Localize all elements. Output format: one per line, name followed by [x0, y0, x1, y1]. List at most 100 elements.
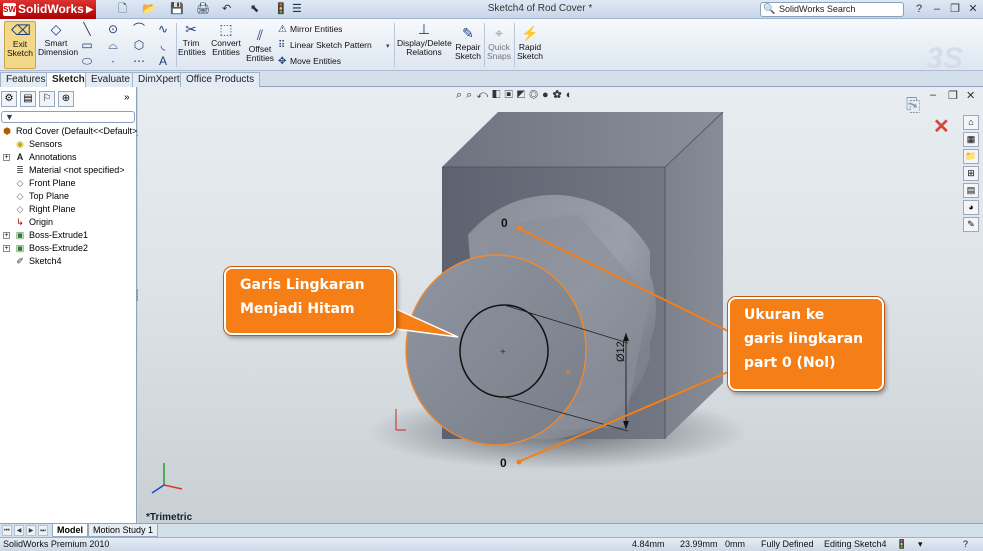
tab-model[interactable]: Model	[52, 524, 88, 537]
polygon-icon[interactable]: ⬡	[132, 38, 146, 52]
units-icon[interactable]: ▾	[918, 538, 923, 551]
fillet-icon[interactable]: ◟	[156, 38, 170, 52]
previous-view-icon[interactable]: ↶	[476, 89, 492, 101]
tree-item-boss-extrude2[interactable]: + ▣ Boss-Extrude2	[0, 242, 137, 255]
display-style-icon[interactable]: ◩	[517, 89, 529, 101]
move-entities-button[interactable]: ✥ Move Entities	[278, 56, 341, 67]
next-tab-icon[interactable]: ▶	[26, 525, 36, 536]
tree-item-front-plane[interactable]: ◇ Front Plane	[0, 177, 137, 190]
rebuild-icon[interactable]: 🚦	[274, 2, 288, 17]
minimize-button[interactable]: –	[930, 2, 944, 16]
restore-button[interactable]: ❐	[948, 2, 962, 16]
line-icon[interactable]: ╲	[80, 22, 94, 36]
exit-sketch-icon: ⌫	[11, 22, 31, 38]
centerline-icon[interactable]: ⋯	[132, 54, 146, 68]
help-button[interactable]: ?	[912, 2, 926, 16]
point-icon[interactable]: ∙	[106, 54, 120, 68]
zoom-area-icon[interactable]: ⌕	[466, 89, 476, 101]
last-tab-icon[interactable]: ⏭	[38, 525, 48, 536]
filter-icon: ▼	[5, 112, 14, 122]
convert-entities-button[interactable]: ⬚ Convert Entities	[208, 21, 244, 57]
tree-item-material[interactable]: ≣ Material <not specified>	[0, 164, 137, 177]
open-folder-icon[interactable]: 📂	[142, 2, 156, 17]
custom-properties-icon[interactable]: ✎	[963, 217, 979, 232]
mirror-entities-button[interactable]: ⚠ Mirror Entities	[278, 24, 342, 35]
editing-status: Editing Sketch4	[824, 539, 887, 549]
ellipse-icon[interactable]: ⬭	[80, 54, 94, 68]
tab-motion-study-1[interactable]: Motion Study 1	[88, 524, 159, 537]
rectangle-icon[interactable]: ▭	[80, 38, 94, 52]
pattern-dropdown-icon[interactable]: ▾	[386, 42, 390, 50]
tree-item-top-plane[interactable]: ◇ Top Plane	[0, 190, 137, 203]
command-manager: ⌫ Exit Sketch ◇ Smart Dimension ╲ ⊙ ⌒ ∿ …	[0, 19, 983, 75]
tree-root[interactable]: ⬢ Rod Cover (Default<<Default>_	[0, 125, 142, 138]
previous-tab-icon[interactable]: ◀	[14, 525, 24, 536]
arc-icon[interactable]: ⌒	[132, 22, 146, 36]
tab-dimxpert[interactable]: DimXpert	[132, 72, 186, 87]
circle-icon[interactable]: ⊙	[106, 22, 120, 36]
repair-sketch-button[interactable]: ✎ Repair Sketch	[454, 25, 482, 61]
save-icon[interactable]: 💾	[170, 2, 184, 17]
tree-item-sensors[interactable]: ◉ Sensors	[0, 138, 137, 151]
first-tab-icon[interactable]: ⏮	[2, 525, 12, 536]
slot-icon[interactable]: ⌓	[106, 38, 120, 52]
appearance-icon[interactable]: ●	[542, 89, 553, 101]
tree-item-origin[interactable]: ↳ Origin	[0, 216, 137, 229]
quick-snaps-button[interactable]: ⌖ Quick Snaps	[486, 25, 512, 61]
feature-tree-tab-icon[interactable]: ⚙	[1, 91, 17, 107]
file-explorer-icon[interactable]: 📁	[963, 149, 979, 164]
print-icon[interactable]: 🖨	[196, 2, 210, 17]
linear-pattern-button[interactable]: ⠿ Linear Sketch Pattern	[278, 40, 372, 51]
dimxpert-tab-icon[interactable]: ⊕	[58, 91, 74, 107]
resources-icon[interactable]: ⌂	[963, 115, 979, 130]
offset-entities-button[interactable]: ⫽ Offset Entities	[246, 27, 274, 63]
text-icon[interactable]: A	[156, 54, 170, 68]
zoom-to-fit-icon[interactable]: ⌕	[456, 89, 466, 101]
tree-item-boss-extrude1[interactable]: + ▣ Boss-Extrude1	[0, 229, 137, 242]
tab-office-products[interactable]: Office Products	[180, 72, 261, 87]
confirmation-corner-cancel-icon[interactable]: ✕	[933, 114, 950, 139]
viewport-close-button[interactable]: ✕	[966, 89, 975, 102]
section-view-icon[interactable]: ◧	[492, 89, 504, 101]
viewport-minimize-button[interactable]: –	[930, 89, 936, 101]
select-pointer-icon[interactable]: ⬉	[250, 2, 259, 17]
search-results-icon[interactable]: ⊞	[963, 166, 979, 181]
view-palette-icon[interactable]: ▤	[963, 183, 979, 198]
tab-evaluate[interactable]: Evaluate	[85, 72, 136, 87]
view-settings-icon[interactable]: ◐	[566, 89, 577, 101]
display-delete-relations-button[interactable]: ⊥ Display/Delete Relations	[397, 21, 452, 57]
close-button[interactable]: ✕	[966, 2, 980, 16]
appearances-icon[interactable]: ◕	[963, 200, 979, 215]
property-manager-tab-icon[interactable]: ▤	[20, 91, 36, 107]
smart-dimension-button[interactable]: ◇ Smart Dimension	[38, 21, 78, 57]
options-icon[interactable]: ☰	[292, 2, 302, 17]
hide-show-icon[interactable]: ◎	[529, 89, 542, 101]
spline-icon[interactable]: ∿	[156, 22, 170, 36]
view-orientation-icon[interactable]: ▣	[504, 89, 516, 101]
tree-filter-input[interactable]: ▼	[1, 111, 135, 123]
graphics-area[interactable]: + + Ø12 0 0 ⌕⌕↶◧▣◩◎●✿◐ – ❐ ✕ ⎘ ✕ ⌂ ▦ 📁 ⊞	[138, 87, 983, 523]
tree-item-right-plane[interactable]: ◇ Right Plane	[0, 203, 137, 216]
new-document-icon[interactable]: 🗋	[118, 2, 127, 17]
rapid-sketch-button[interactable]: ⚡ Rapid Sketch	[516, 25, 544, 61]
tab-features[interactable]: Features	[0, 72, 52, 87]
viewport-restore-button[interactable]: ❐	[948, 89, 958, 102]
design-library-icon[interactable]: ▦	[963, 132, 979, 147]
expand-toggle[interactable]: +	[3, 245, 10, 252]
trim-entities-button[interactable]: ✂ Trim Entities	[178, 21, 206, 57]
scene-icon[interactable]: ✿	[553, 89, 566, 101]
expand-toggle[interactable]: +	[3, 232, 10, 239]
repair-icon: ✎	[462, 25, 474, 41]
tree-item-sketch4[interactable]: ✐ Sketch4	[0, 255, 137, 268]
confirmation-corner-exit-icon[interactable]: ⎘	[906, 95, 920, 116]
status-help-button[interactable]: ?	[963, 538, 968, 551]
tree-item-annotations[interactable]: + A Annotations	[0, 151, 137, 164]
rebuild-status-icon[interactable]: 🚦	[896, 538, 907, 551]
configuration-tab-icon[interactable]: ⚐	[39, 91, 55, 107]
expand-toggle[interactable]: +	[3, 154, 10, 161]
solidworks-menu-button[interactable]: SW SolidWorks ▶	[0, 0, 96, 19]
exit-sketch-button[interactable]: ⌫ Exit Sketch	[4, 21, 36, 69]
undo-icon[interactable]: ↶	[222, 2, 231, 17]
expand-panel-icon[interactable]: »	[124, 92, 130, 103]
search-input[interactable]: 🔍 SolidWorks Search	[760, 2, 904, 17]
